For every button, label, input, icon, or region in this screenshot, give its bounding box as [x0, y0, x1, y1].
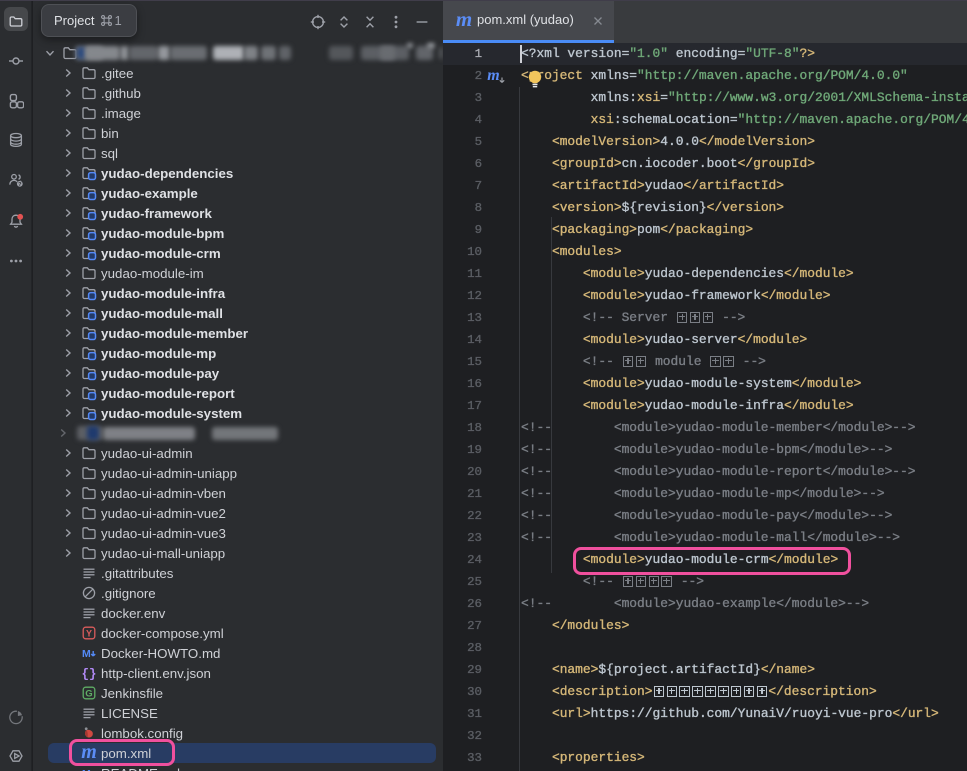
svg-text:m: m [456, 11, 472, 29]
svg-text:{}: {} [81, 668, 96, 682]
svg-text:M: M [82, 648, 91, 660]
svg-text:G: G [85, 689, 92, 700]
svg-text:?: ? [18, 182, 22, 188]
svg-text:Y: Y [86, 628, 92, 638]
